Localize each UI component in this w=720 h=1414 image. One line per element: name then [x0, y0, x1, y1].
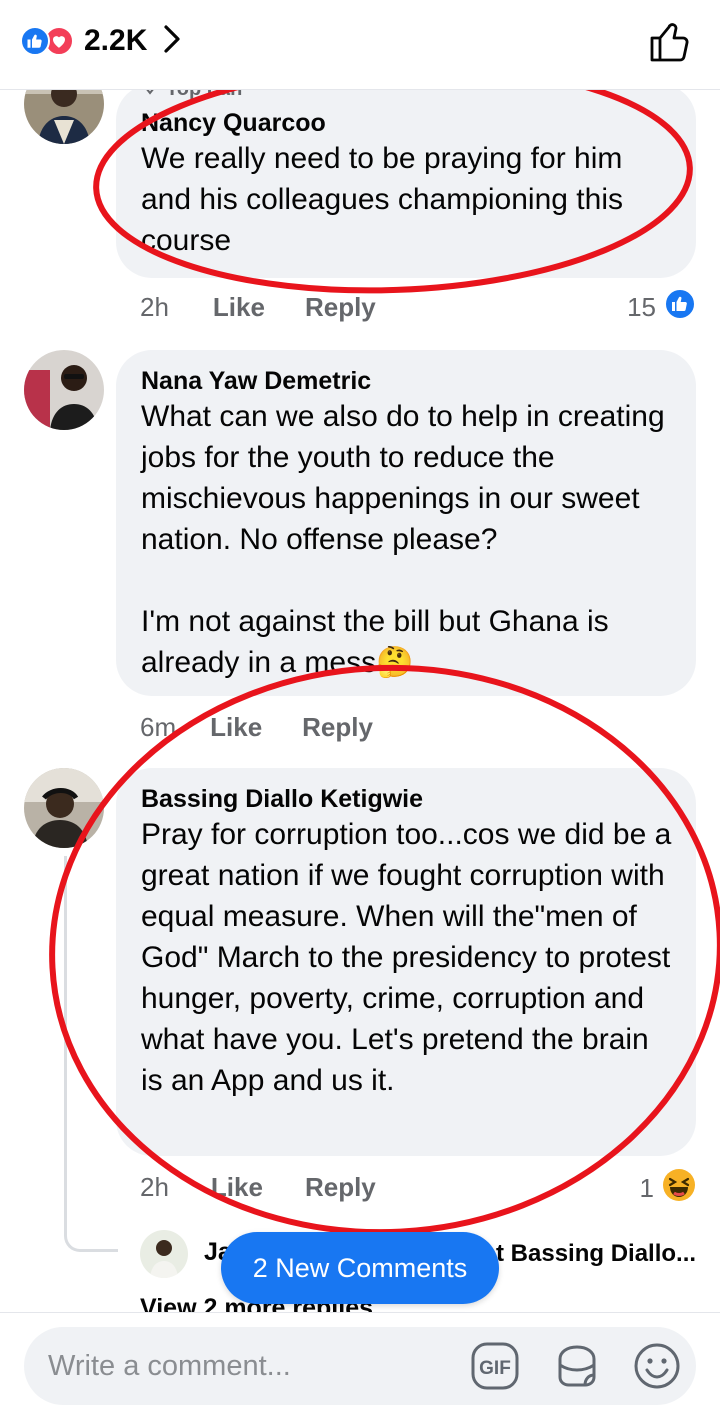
comment-bubble: Bassing Diallo Ketigwie Pray for corrupt…: [116, 768, 696, 1156]
reply-button[interactable]: Reply: [305, 292, 376, 323]
avatar[interactable]: [24, 350, 104, 430]
comment-author[interactable]: Nancy Quarcoo: [141, 108, 672, 138]
laughing-emoji-icon: [662, 1168, 696, 1209]
comment-bubble: Nana Yaw Demetric What can we also do to…: [116, 350, 696, 696]
comment-input[interactable]: [48, 1341, 448, 1391]
reaction-summary[interactable]: 2.2K: [20, 24, 181, 58]
comment-composer: GIF: [0, 1312, 720, 1414]
comment-time[interactable]: 6m: [140, 712, 176, 743]
new-comments-label: 2 New Comments: [252, 1252, 468, 1283]
reaction-count: 2.2K: [84, 24, 148, 57]
reply-avatar[interactable]: [140, 1230, 188, 1278]
comment-actions: 2h Like Reply: [140, 1172, 376, 1203]
chevron-right-icon: [163, 24, 181, 59]
comment-author[interactable]: Bassing Diallo Ketigwie: [141, 784, 672, 814]
like-reaction-icon: [664, 288, 696, 327]
comment-author[interactable]: Nana Yaw Demetric: [141, 366, 672, 396]
like-post-button[interactable]: [648, 20, 692, 69]
reply-preview-text-suffix: t Bassing Diallo...: [496, 1240, 697, 1267]
emoji-icon[interactable]: [632, 1341, 682, 1396]
reaction-count: 1: [639, 1173, 654, 1203]
svg-text:GIF: GIF: [479, 1358, 511, 1379]
like-button[interactable]: Like: [213, 292, 265, 323]
comment-reactions[interactable]: 15: [627, 288, 696, 327]
like-button[interactable]: Like: [210, 712, 262, 743]
gif-icon[interactable]: GIF: [470, 1341, 520, 1396]
comment-time[interactable]: 2h: [140, 292, 169, 323]
thread-connector: [64, 856, 118, 1252]
reaction-count: 15: [627, 292, 656, 322]
avatar[interactable]: [24, 768, 104, 848]
new-comments-button[interactable]: 2 New Comments: [221, 1232, 499, 1304]
reply-button[interactable]: Reply: [305, 1172, 376, 1203]
like-button[interactable]: Like: [211, 1172, 263, 1203]
comment-bubble: Top Fan Nancy Quarcoo We really need to …: [116, 78, 696, 278]
post-header: 2.2K: [0, 0, 720, 90]
comment-actions: 6m Like Reply: [140, 712, 373, 743]
like-reaction-icon: [20, 26, 50, 56]
comment-reactions[interactable]: 1: [640, 1168, 696, 1209]
reply-button[interactable]: Reply: [302, 712, 373, 743]
comment-input-box[interactable]: GIF: [24, 1327, 696, 1405]
comment-time[interactable]: 2h: [140, 1172, 169, 1203]
reply-preview-text[interactable]: t Bassing Diallo...: [496, 1240, 696, 1268]
thumbs-up-outline-icon: [648, 23, 692, 68]
sticker-icon[interactable]: [552, 1341, 602, 1396]
comment-actions: 2h Like Reply: [140, 292, 376, 323]
comment-text: What can we also do to help in creating …: [141, 400, 665, 679]
comment-text: We really need to be praying for him and…: [141, 142, 623, 257]
comment-text: Pray for corruption too...cos we did be …: [141, 818, 672, 1097]
